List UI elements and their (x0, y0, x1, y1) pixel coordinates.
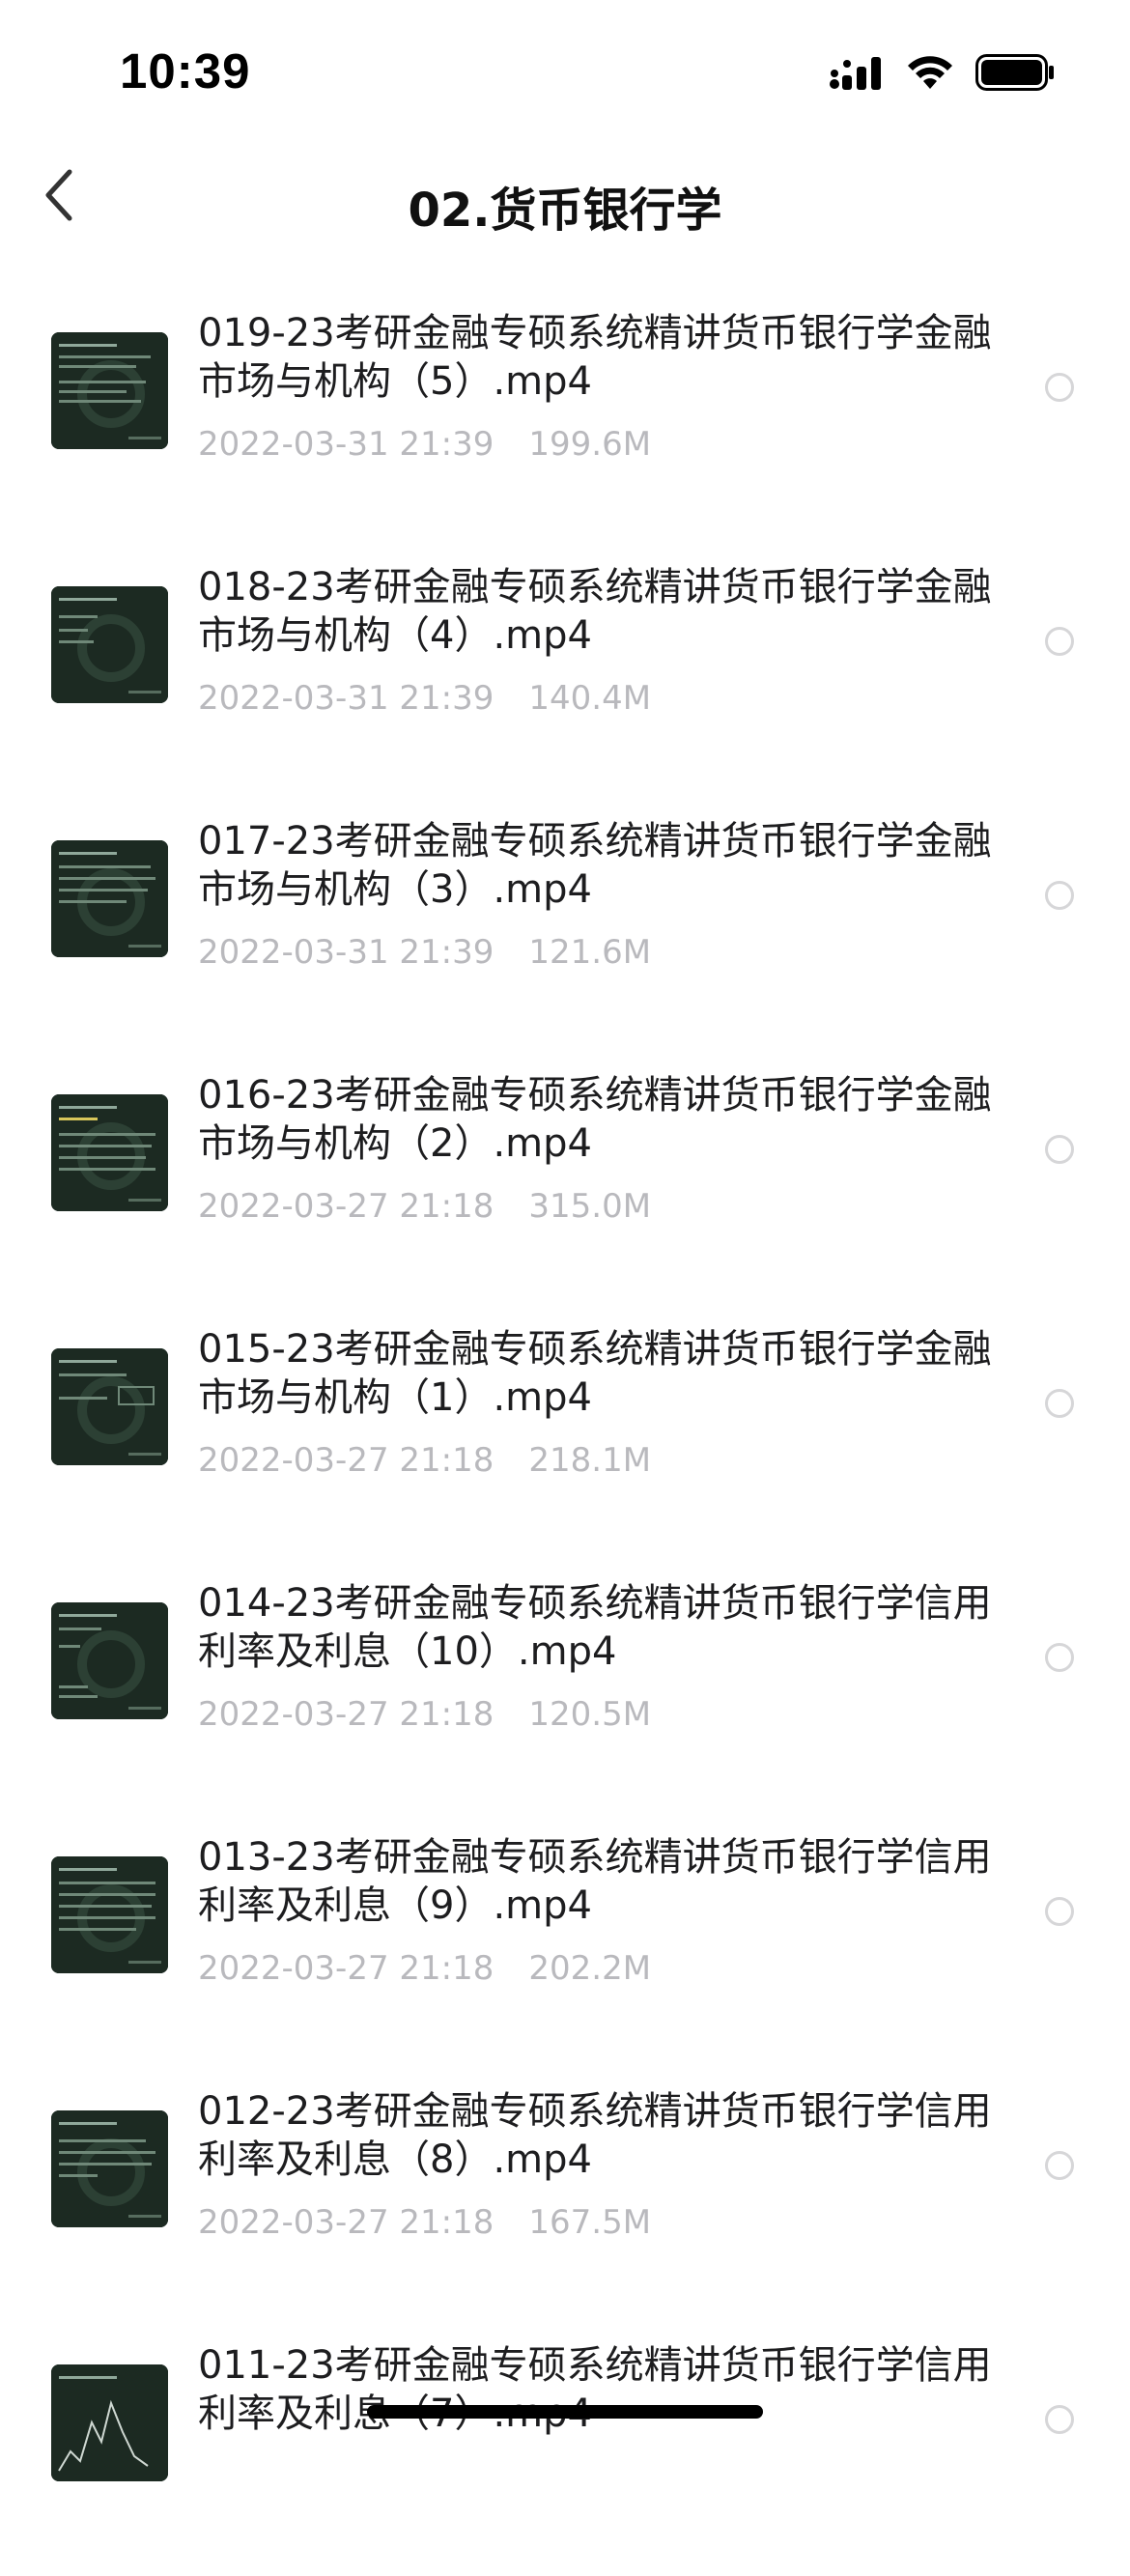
file-size: 167.5M (528, 2203, 652, 2242)
select-radio[interactable] (1045, 1643, 1074, 1672)
page-title: 02.货币银行学 (408, 184, 722, 238)
status-bar: 10:39 (0, 0, 1130, 145)
select-radio[interactable] (1045, 1135, 1074, 1164)
select-radio[interactable] (1045, 627, 1074, 656)
select-radio[interactable] (1045, 881, 1074, 910)
file-row[interactable]: 015-23考研金融专硕系统精讲货币银行学金融市场与机构（1）.mp4 2022… (0, 1306, 1130, 1560)
select-radio[interactable] (1045, 2405, 1074, 2434)
cellular-signal-icon (829, 55, 885, 94)
file-size: 121.6M (528, 933, 652, 972)
file-row[interactable]: 016-23考研金融专硕系统精讲货币银行学金融市场与机构（2）.mp4 2022… (0, 1052, 1130, 1306)
video-thumbnail (51, 2110, 168, 2227)
file-size: 199.6M (528, 425, 652, 464)
battery-icon (975, 54, 1055, 95)
select-radio[interactable] (1045, 373, 1074, 402)
file-size: 202.2M (528, 1949, 652, 1988)
video-thumbnail (51, 2364, 168, 2481)
file-meta: 2022-03-27 21:18 167.5M (198, 2203, 651, 2242)
home-indicator[interactable] (367, 2405, 763, 2419)
file-size: 140.4M (528, 679, 652, 718)
file-size: 315.0M (528, 1187, 652, 1226)
file-date: 2022-03-27 21:18 (198, 1949, 494, 1988)
select-radio[interactable] (1045, 2151, 1074, 2180)
status-time: 10:39 (120, 43, 251, 99)
video-thumbnail (51, 1856, 168, 1973)
file-meta: 2022-03-27 21:18 315.0M (198, 1187, 651, 1226)
file-name: 018-23考研金融专硕系统精讲货币银行学金融市场与机构（4）.mp4 (198, 565, 992, 658)
file-row[interactable]: 014-23考研金融专硕系统精讲货币银行学信用利率及利息（10）.mp4 202… (0, 1560, 1130, 1814)
file-meta: 2022-03-27 21:18 202.2M (198, 1949, 651, 1988)
video-thumbnail (51, 840, 168, 957)
file-name: 016-23考研金融专硕系统精讲货币银行学金融市场与机构（2）.mp4 (198, 1073, 992, 1166)
file-row[interactable]: 017-23考研金融专硕系统精讲货币银行学金融市场与机构（3）.mp4 2022… (0, 798, 1130, 1052)
file-row[interactable]: 013-23考研金融专硕系统精讲货币银行学信用利率及利息（9）.mp4 2022… (0, 1814, 1130, 2068)
file-meta (198, 2457, 233, 2496)
video-thumbnail (51, 332, 168, 449)
file-name: 013-23考研金融专硕系统精讲货币银行学信用利率及利息（9）.mp4 (198, 1835, 992, 1928)
file-date: 2022-03-31 21:39 (198, 679, 494, 718)
file-list: 019-23考研金融专硕系统精讲货币银行学金融市场与机构（5）.mp4 2022… (0, 290, 1130, 2576)
file-date: 2022-03-27 21:18 (198, 1695, 494, 1734)
file-meta: 2022-03-31 21:39 199.6M (198, 425, 651, 464)
file-name: 019-23考研金融专硕系统精讲货币银行学金融市场与机构（5）.mp4 (198, 311, 992, 404)
file-name: 017-23考研金融专硕系统精讲货币银行学金融市场与机构（3）.mp4 (198, 819, 992, 912)
status-icons (829, 54, 1055, 95)
file-name: 014-23考研金融专硕系统精讲货币银行学信用利率及利息（10）.mp4 (198, 1581, 992, 1674)
file-size: 120.5M (528, 1695, 652, 1734)
file-size: 218.1M (528, 1441, 652, 1480)
nav-bar: 02.货币银行学 (0, 145, 1130, 261)
file-meta: 2022-03-27 21:18 218.1M (198, 1441, 651, 1480)
file-row[interactable]: 018-23考研金融专硕系统精讲货币银行学金融市场与机构（4）.mp4 2022… (0, 544, 1130, 798)
wifi-icon (906, 54, 954, 95)
file-row[interactable]: 012-23考研金融专硕系统精讲货币银行学信用利率及利息（8）.mp4 2022… (0, 2068, 1130, 2322)
file-date: 2022-03-31 21:39 (198, 425, 494, 464)
video-thumbnail (51, 1094, 168, 1211)
file-name: 011-23考研金融专硕系统精讲货币银行学信用利率及利息（7）.mp4 (198, 2343, 992, 2436)
file-date: 2022-03-27 21:18 (198, 1441, 494, 1480)
video-thumbnail (51, 1602, 168, 1719)
file-date: 2022-03-27 21:18 (198, 2203, 494, 2242)
video-thumbnail (51, 1348, 168, 1465)
select-radio[interactable] (1045, 1389, 1074, 1418)
file-name: 012-23考研金融专硕系统精讲货币银行学信用利率及利息（8）.mp4 (198, 2089, 992, 2182)
file-meta: 2022-03-31 21:39 140.4M (198, 679, 651, 718)
file-row[interactable]: 011-23考研金融专硕系统精讲货币银行学信用利率及利息（7）.mp4 (0, 2322, 1130, 2576)
file-row[interactable]: 019-23考研金融专硕系统精讲货币银行学金融市场与机构（5）.mp4 2022… (0, 290, 1130, 544)
file-meta: 2022-03-27 21:18 120.5M (198, 1695, 651, 1734)
select-radio[interactable] (1045, 1897, 1074, 1926)
file-date: 2022-03-27 21:18 (198, 1187, 494, 1226)
file-name: 015-23考研金融专硕系统精讲货币银行学金融市场与机构（1）.mp4 (198, 1327, 992, 1420)
video-thumbnail (51, 586, 168, 703)
file-date: 2022-03-31 21:39 (198, 933, 494, 972)
file-meta: 2022-03-31 21:39 121.6M (198, 933, 651, 972)
